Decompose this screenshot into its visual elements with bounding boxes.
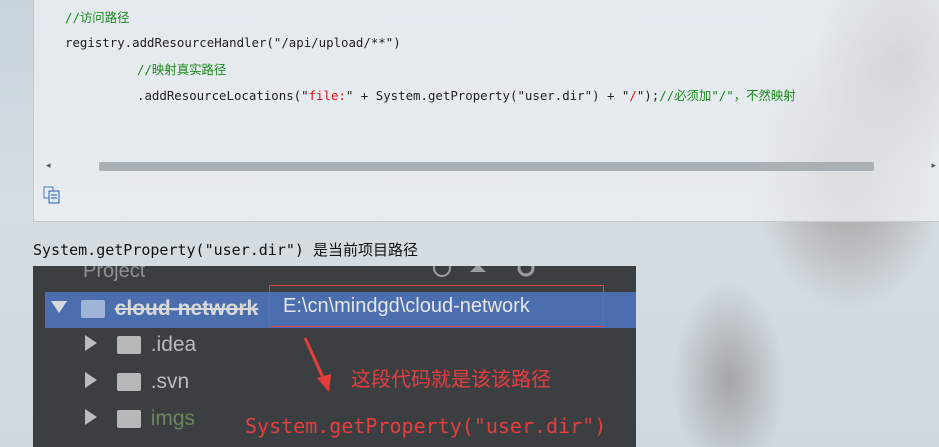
- code-string: /: [629, 88, 637, 103]
- scroll-left-arrow-icon[interactable]: ◂: [46, 161, 51, 171]
- copy-icon[interactable]: [43, 186, 61, 204]
- scrollbar-thumb[interactable]: [99, 162, 874, 171]
- chevron-right-icon[interactable]: [85, 335, 97, 351]
- tree-label: cloud-network: [114, 297, 259, 320]
- folder-icon: [116, 336, 141, 355]
- tree-row-idea[interactable]: .idea: [85, 333, 196, 357]
- code-part: .addResourceLocations(": [137, 88, 309, 103]
- code-part: ");: [636, 88, 660, 103]
- red-arrow-icon: [303, 337, 331, 392]
- code-comment-1: //访问路径: [65, 10, 130, 25]
- code-line-2: registry.addResourceHandler("/api/upload…: [65, 35, 401, 50]
- chevron-right-icon[interactable]: [85, 409, 97, 425]
- annotation-text: 这段代码就是该该路径: [351, 367, 551, 391]
- tree-row-imgs[interactable]: imgs: [85, 407, 195, 431]
- tree-label: .svn: [150, 370, 190, 393]
- tree-row-svn[interactable]: .svn: [85, 370, 189, 394]
- code-line-4: .addResourceLocations("file:" + System.g…: [137, 86, 796, 104]
- folder-icon: [116, 373, 141, 392]
- tree-row-root[interactable]: cloud-network: [51, 297, 259, 321]
- tree-label: imgs: [150, 407, 196, 430]
- code-comment-4: //必须加"/"，不然映射: [659, 88, 796, 103]
- folder-icon: [80, 300, 105, 319]
- panel-title: Project: [83, 266, 146, 282]
- annotation-code: System.getProperty("user.dir"): [245, 414, 607, 438]
- ide-screenshot-image: Project cloud-network E:\cn\mindgd\cloud…: [33, 266, 636, 447]
- code-comment-3: //映射真实路径: [137, 62, 227, 77]
- tree-label: .idea: [150, 333, 197, 356]
- path-text: E:\cn\mindgd\cloud-network: [283, 295, 530, 317]
- chevron-down-icon[interactable]: [51, 301, 67, 313]
- folder-icon: [116, 410, 141, 429]
- code-string: file:: [308, 88, 346, 103]
- caption-text: System.getProperty("user.dir") 是当前项目路径: [33, 241, 418, 259]
- chevron-right-icon[interactable]: [85, 372, 97, 388]
- toolbar-icons: [433, 266, 535, 277]
- horizontal-scrollbar[interactable]: ◂ ▸: [46, 160, 936, 174]
- code-part: " + System.getProperty("user.dir") + ": [345, 88, 630, 103]
- scroll-right-arrow-icon[interactable]: ▸: [931, 161, 936, 171]
- code-block: //访问路径 registry.addResourceHandler("/api…: [33, 0, 939, 222]
